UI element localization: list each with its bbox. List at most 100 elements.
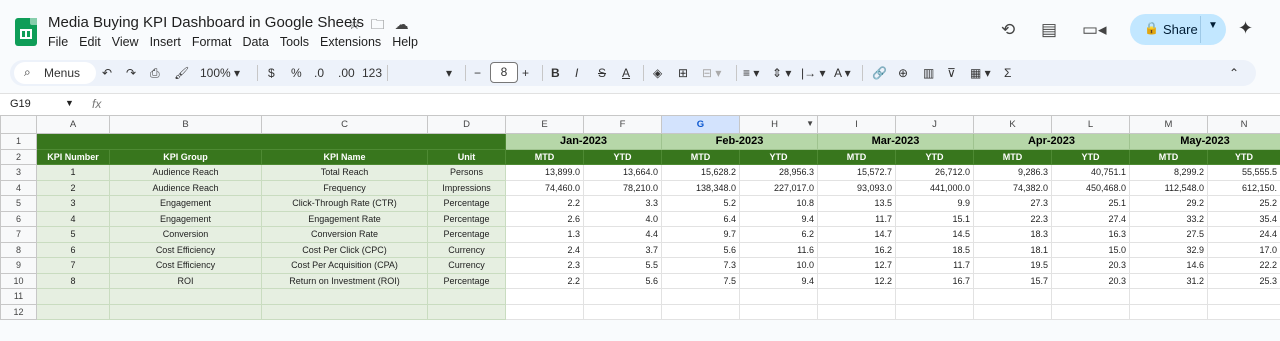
value-cell[interactable]: 35.4: [1207, 210, 1280, 227]
kpi-cell[interactable]: [109, 288, 262, 305]
value-cell[interactable]: 5.6: [661, 241, 740, 258]
kpi-cell[interactable]: Engagement Rate: [261, 210, 428, 227]
column-title[interactable]: Unit: [427, 148, 506, 165]
value-cell[interactable]: 12.7: [817, 257, 896, 274]
month-header[interactable]: Feb-2023: [661, 133, 818, 150]
value-cell[interactable]: 2.2: [505, 272, 584, 289]
value-cell[interactable]: 5.5: [583, 257, 662, 274]
column-title[interactable]: YTD: [583, 148, 662, 165]
column-title[interactable]: YTD: [895, 148, 974, 165]
vertical-align-icon[interactable]: ⇕ ▾: [772, 66, 791, 80]
menu-format[interactable]: Format: [192, 35, 232, 49]
value-cell[interactable]: 16.3: [1051, 226, 1130, 243]
value-cell[interactable]: 12.2: [817, 272, 896, 289]
value-cell[interactable]: 8,299.2: [1129, 164, 1208, 181]
menu-view[interactable]: View: [112, 35, 139, 49]
move-folder-icon[interactable]: 🗀: [371, 16, 385, 32]
column-title[interactable]: YTD: [1051, 148, 1130, 165]
value-cell[interactable]: 74,460.0: [505, 179, 584, 196]
row-header[interactable]: 1: [0, 133, 37, 150]
value-cell[interactable]: 29.2: [1129, 195, 1208, 212]
fill-color-icon[interactable]: ◈: [653, 66, 662, 80]
value-cell[interactable]: 16.7: [895, 272, 974, 289]
value-cell[interactable]: 3.3: [583, 195, 662, 212]
value-cell[interactable]: 20.3: [1051, 272, 1130, 289]
column-header[interactable]: D: [427, 115, 506, 134]
name-box[interactable]: G19 ▼: [10, 98, 74, 110]
column-title[interactable]: YTD: [1207, 148, 1280, 165]
sheets-logo-icon[interactable]: [15, 18, 37, 46]
kpi-cell[interactable]: Percentage: [427, 272, 506, 289]
column-header[interactable]: F: [583, 115, 662, 134]
kpi-cell[interactable]: Audience Reach: [109, 164, 262, 181]
kpi-cell[interactable]: [36, 288, 110, 305]
column-title[interactable]: KPI Group: [109, 148, 262, 165]
menu-extensions[interactable]: Extensions: [320, 35, 381, 49]
header-band-cell[interactable]: [36, 133, 506, 150]
menu-file[interactable]: File: [48, 35, 68, 49]
month-header[interactable]: Mar-2023: [817, 133, 974, 150]
borders-icon[interactable]: ⊞: [678, 66, 688, 80]
value-cell[interactable]: 5.2: [661, 195, 740, 212]
print-icon[interactable]: ⎙: [150, 66, 160, 81]
kpi-cell[interactable]: Conversion Rate: [261, 226, 428, 243]
value-cell[interactable]: 18.1: [973, 241, 1052, 258]
font-family-dropdown-icon[interactable]: ▾: [446, 66, 452, 80]
value-cell[interactable]: 40,751.1: [1051, 164, 1130, 181]
empty-cell[interactable]: [505, 288, 584, 305]
share-dropdown-icon[interactable]: ▼: [1208, 20, 1218, 31]
value-cell[interactable]: 22.3: [973, 210, 1052, 227]
kpi-cell[interactable]: [36, 303, 110, 320]
horizontal-align-icon[interactable]: ≡ ▾: [743, 66, 759, 80]
kpi-cell[interactable]: Conversion: [109, 226, 262, 243]
column-header[interactable]: B: [109, 115, 262, 134]
value-cell[interactable]: 32.9: [1129, 241, 1208, 258]
value-cell[interactable]: 4.0: [583, 210, 662, 227]
kpi-cell[interactable]: Frequency: [261, 179, 428, 196]
value-cell[interactable]: 20.3: [1051, 257, 1130, 274]
empty-cell[interactable]: [1129, 288, 1208, 305]
column-header-filter[interactable]: H ▼: [739, 115, 818, 134]
value-cell[interactable]: 14.5: [895, 226, 974, 243]
value-cell[interactable]: 6.4: [661, 210, 740, 227]
value-cell[interactable]: 19.5: [973, 257, 1052, 274]
month-header[interactable]: Jan-2023: [505, 133, 662, 150]
kpi-cell[interactable]: 3: [36, 195, 110, 212]
row-header[interactable]: 3: [0, 164, 37, 181]
kpi-cell[interactable]: [427, 288, 506, 305]
row-header[interactable]: 6: [0, 210, 37, 227]
value-cell[interactable]: 15.1: [895, 210, 974, 227]
meet-camera-icon[interactable]: ▭◂: [1082, 20, 1107, 40]
month-header[interactable]: Apr-2023: [973, 133, 1130, 150]
value-cell[interactable]: 13.5: [817, 195, 896, 212]
kpi-cell[interactable]: Impressions: [427, 179, 506, 196]
value-cell[interactable]: 9,286.3: [973, 164, 1052, 181]
menu-help[interactable]: Help: [392, 35, 418, 49]
column-header[interactable]: E: [505, 115, 584, 134]
kpi-cell[interactable]: Click-Through Rate (CTR): [261, 195, 428, 212]
value-cell[interactable]: 15,628.2: [661, 164, 740, 181]
bold-icon[interactable]: B: [551, 66, 560, 80]
comments-icon[interactable]: ▤: [1041, 20, 1057, 40]
empty-cell[interactable]: [895, 303, 974, 320]
value-cell[interactable]: 9.9: [895, 195, 974, 212]
value-cell[interactable]: 13,899.0: [505, 164, 584, 181]
search-menus-button[interactable]: ⌕ Menus: [14, 62, 96, 84]
kpi-cell[interactable]: Cost Efficiency: [109, 241, 262, 258]
decrease-decimal-button[interactable]: .0: [314, 66, 324, 80]
value-cell[interactable]: 612,150.: [1207, 179, 1280, 196]
value-cell[interactable]: 55,555.5: [1207, 164, 1280, 181]
column-title[interactable]: MTD: [817, 148, 896, 165]
empty-cell[interactable]: [661, 288, 740, 305]
version-history-icon[interactable]: ⟲: [1001, 20, 1015, 40]
value-cell[interactable]: 7.5: [661, 272, 740, 289]
empty-cell[interactable]: [973, 303, 1052, 320]
empty-cell[interactable]: [583, 303, 662, 320]
value-cell[interactable]: 27.3: [973, 195, 1052, 212]
value-cell[interactable]: 5.6: [583, 272, 662, 289]
column-header[interactable]: K: [973, 115, 1052, 134]
kpi-cell[interactable]: 5: [36, 226, 110, 243]
more-formats-button[interactable]: 123: [362, 66, 382, 80]
kpi-cell[interactable]: 1: [36, 164, 110, 181]
kpi-cell[interactable]: [261, 303, 428, 320]
